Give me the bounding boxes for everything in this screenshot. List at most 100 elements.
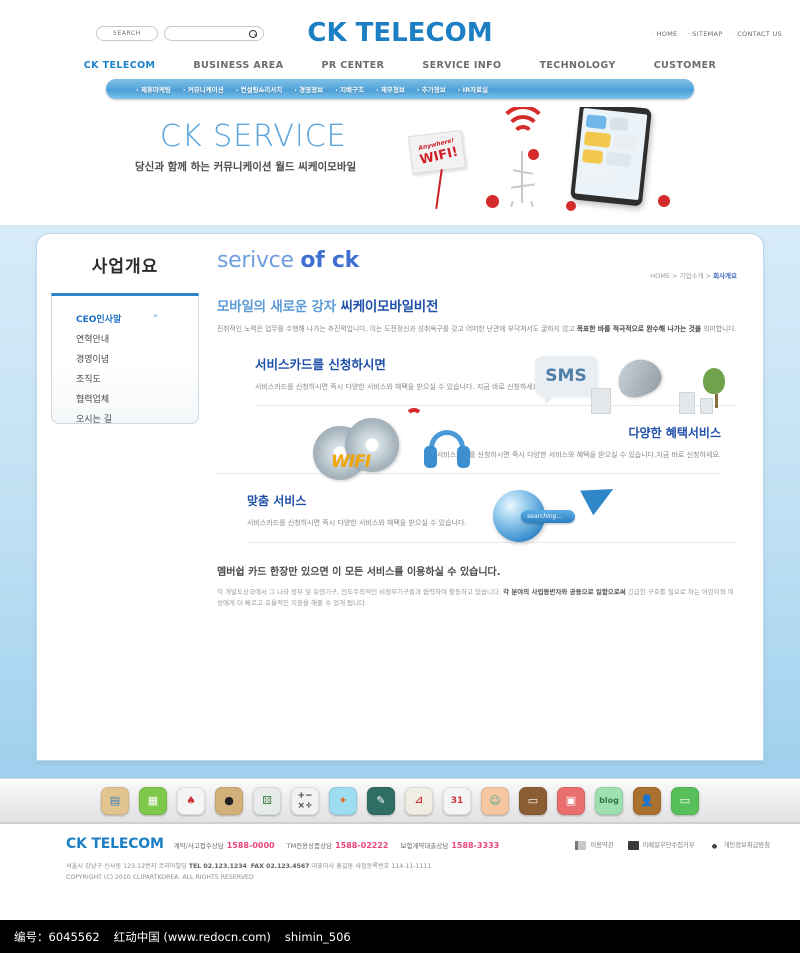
sidebar-item-org-chart[interactable]: 조직도	[52, 368, 198, 388]
playing-cards-icon[interactable]: ♠	[177, 786, 205, 815]
cd-headphones-artwork: WIFI	[313, 408, 473, 498]
tablet-device-icon	[570, 107, 652, 207]
nav-item-service-info[interactable]: SERVICE INFO	[422, 60, 501, 71]
breadcrumb-current: 회사개요	[713, 272, 737, 280]
battery-icon[interactable]: ▭	[671, 786, 699, 815]
satellite-dish-icon	[611, 352, 673, 412]
footer-logo[interactable]: CK TELECOM	[66, 836, 164, 852]
envelope-icon	[627, 840, 639, 850]
dice-icon[interactable]: ⚄	[253, 786, 281, 815]
sidebar-item-philosophy[interactable]: 경영이념	[52, 348, 198, 368]
hero-title: CK SERVICE	[160, 119, 347, 154]
subnav-item-3[interactable]: 경영정보	[294, 84, 323, 94]
closing-para-1: 각 개발도상국에서 그 나라 정부 및 유엔기구, 인도주의적인 비정부기구들과…	[217, 587, 504, 596]
globe-search-artwork: searching...	[487, 476, 620, 554]
building-icon-2	[679, 391, 695, 414]
page-title-light: serivce	[217, 248, 301, 273]
blog-icon[interactable]: blog	[595, 786, 623, 815]
nav-item-customer[interactable]: CUSTOMER	[654, 60, 717, 71]
footer-ceo: 대표이사 홍길동 사업등록번호 114-11-1111	[309, 863, 432, 870]
closing-paragraph: 각 개발도상국에서 그 나라 정부 및 유엔기구, 인도주의적인 비정부기구들과…	[217, 587, 737, 610]
tetris-icon[interactable]: ▦	[139, 786, 167, 815]
nav-item-ck-telecom[interactable]: CK TELECOM	[84, 60, 156, 71]
footer-link-terms-label: 이용약관	[590, 842, 614, 849]
lede-heading-light: 모바일의 새로운 강자	[217, 299, 341, 315]
util-link-home[interactable]: HOME	[652, 30, 678, 38]
breadcrumb-home[interactable]: HOME	[650, 272, 670, 280]
footer-tel-2-label: 보험계약대출상담	[400, 842, 449, 850]
lede-para-2: 의미합니다.	[701, 325, 737, 333]
sms-label: SMS	[545, 365, 587, 386]
document-icon	[575, 840, 587, 850]
calculator-icon[interactable]: +− ×÷	[291, 786, 319, 815]
sidebar-menu-box: CEO인사말 연혁안내 경영이념 조직도 협력업체 오시는 길	[51, 296, 199, 425]
closing-heading-bold: 멤버쉽 카드 한장만 있으면	[217, 566, 329, 578]
content-panel: 사업개요 CEO인사말 연혁안내 경영이념 조직도 협력업체 오시는 길	[36, 233, 764, 761]
footer: CK TELECOM 계약/사고접수상담 1588-0000 TM전용상품상담 15…	[0, 824, 800, 892]
hero-artwork: Anywhere! WIFI!	[390, 107, 790, 225]
lede-heading: 모바일의 새로운 강자 씨케이모바일비전	[217, 295, 737, 315]
chalkboard-icon[interactable]: ✎	[367, 786, 395, 815]
service-section-1: SMS 서비스카드를 신청하시면 서비스카드를 신청하시면 즉시 다양한 서비스…	[217, 352, 737, 414]
subnav-item-6[interactable]: 추가정보	[417, 84, 446, 94]
sidebar-item-history[interactable]: 연혁안내	[52, 328, 198, 348]
wifi-arc-small	[405, 408, 423, 426]
tablet-screen	[574, 107, 648, 201]
eye-icon	[708, 840, 720, 850]
util-link-sitemap[interactable]: SITEMAP	[688, 30, 723, 38]
subnav-item-2[interactable]: 컨설팅&리서치	[236, 84, 283, 94]
footer-tel-0-number: 1588-0000	[226, 841, 275, 850]
lede-para-1: 진취적인 노력은 업무를 수행해 나가는 추진력입니다. 이는 도전정신과 성취…	[217, 325, 577, 333]
footer-link-noemail-label: 이메일무단수집거부	[642, 842, 695, 849]
headphones-icon	[421, 430, 473, 476]
red-dot-3	[566, 201, 576, 211]
closing-heading-rest: 이 모든 서비스를 이용하실 수 있습니다.	[328, 566, 501, 578]
footer-link-noemail[interactable]: 이메일무단수집거부	[627, 840, 695, 850]
nav-item-business-area[interactable]: BUSINESS AREA	[193, 60, 283, 71]
hero-subtitle: 당신과 함께 하는 커뮤니케이션 월드 씨케이모바일	[135, 161, 357, 173]
closing-heading: 멤버쉽 카드 한장만 있으면 이 모든 서비스를 이용하실 수 있습니다.	[217, 563, 737, 578]
subnav-item-7[interactable]: IR자료실	[458, 84, 488, 94]
wifi-word-label: WIFI	[331, 452, 371, 473]
sidebar: 사업개요 CEO인사말 연혁안내 경영이념 조직도 협력업체 오시는 길	[37, 234, 213, 760]
page-root: SEARCH CK TELECOM HOME SITEMAP CONTACT U…	[0, 0, 800, 953]
subnav-item-1[interactable]: 커뮤니케이션	[183, 84, 224, 94]
abacus-icon[interactable]: ▤	[101, 786, 129, 815]
footer-address: 서울시 강남구 신사동 123-12번지 코리아빌딩	[66, 863, 189, 870]
sms-bubble-icon: SMS	[535, 355, 597, 405]
sidebar-item-ceo-greeting[interactable]: CEO인사말	[52, 308, 198, 328]
watermark-site: 红动中国 (www.redocn.com)	[113, 929, 271, 944]
page-title-bold: of ck	[300, 248, 359, 273]
footer-link-privacy[interactable]: 개인정보취급방침	[708, 840, 770, 850]
subnav-item-0[interactable]: 제휴마케팅	[136, 84, 171, 94]
icon-dock: ▤ ▦ ♠ ● ⚄ +− ×÷ ✦ ✎ ⊿ 31 ☺ ▭ ▣ blog 👤 ▭	[0, 778, 800, 824]
briefcase-icon[interactable]: ▭	[519, 786, 547, 815]
go-board-icon[interactable]: ●	[215, 786, 243, 815]
tree-icon	[703, 367, 729, 408]
footer-link-terms[interactable]: 이용약관	[575, 840, 614, 850]
footer-tel-2: 보험계약대출상담 1588-3333	[400, 840, 499, 850]
footer-tel-0-label: 계약/사고접수상담	[173, 842, 224, 850]
breadcrumb-mid[interactable]: 기업소개	[680, 272, 704, 280]
puzzle-icon[interactable]: ✦	[329, 786, 357, 815]
breadcrumb: HOME > 기업소개 > 회사개요	[650, 272, 737, 280]
ruler-icon[interactable]: ⊿	[405, 786, 433, 815]
util-link-contactus[interactable]: CONTACT US	[732, 30, 782, 38]
nav-item-pr-center[interactable]: PR CENTER	[321, 60, 384, 71]
closing-para-bold: 각 분야의 사업동반자와 공동으로 일함으로써	[503, 587, 626, 596]
nav-item-technology[interactable]: TECHNOLOGY	[540, 60, 616, 71]
address-book-icon[interactable]: 👤	[633, 786, 661, 815]
subnav-item-5[interactable]: 재무정보	[376, 84, 405, 94]
sidebar-item-partners[interactable]: 협력업체	[52, 388, 198, 408]
footer-address-block: 서울시 강남구 신사동 123-12번지 코리아빌딩 TEL 02.123.12…	[66, 862, 780, 883]
footer-phone-list: 계약/사고접수상담 1588-0000 TM전용상품상담 1588-02222 보험…	[174, 840, 499, 850]
subnav-item-4[interactable]: 지배구조	[335, 84, 364, 94]
footer-tel: TEL 02.123.1234	[188, 863, 247, 870]
notebook-icon[interactable]: ▣	[557, 786, 585, 815]
lede-paragraph: 진취적인 노력은 업무를 수행해 나가는 추진력입니다. 이는 도전정신과 성취…	[217, 324, 737, 336]
character-icon[interactable]: ☺	[481, 786, 509, 815]
calendar-icon[interactable]: 31	[443, 786, 471, 815]
building-icon-1	[591, 387, 611, 414]
sidebar-item-directions[interactable]: 오시는 길	[52, 408, 198, 428]
footer-fax: FAX 02.123.4567	[250, 863, 310, 870]
